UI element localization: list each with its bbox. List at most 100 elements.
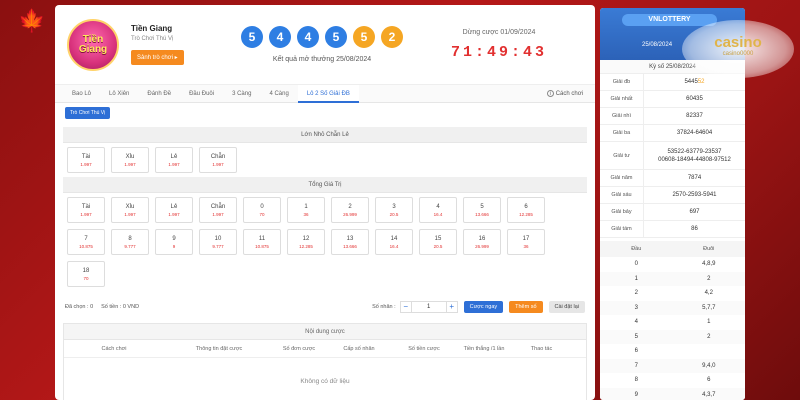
result-ball: 5 — [241, 26, 263, 48]
prize-label: Giải ba — [600, 125, 644, 141]
chip-odds: 12.285 — [519, 211, 533, 217]
chips-total: Tài 1.997 Xỉu 1.997 Lẻ 1.997 Chẵn 1.997 0 70 1 36 2 2… — [63, 193, 587, 291]
bet-chip[interactable]: 11 10.875 — [243, 229, 281, 255]
prize-label: Giải sáu — [600, 187, 644, 203]
bet-chip[interactable]: Chẵn 1.997 — [199, 147, 237, 173]
prize-number: 5445 — [684, 79, 698, 85]
bet-chip[interactable]: 18 70 — [67, 261, 105, 287]
howto-label: Cách chơi — [555, 90, 583, 97]
bet-chip[interactable]: Chẵn 1.997 — [199, 197, 237, 223]
tab-2[interactable]: Đánh Đề — [138, 85, 180, 103]
bet-chip[interactable]: Lẻ 1.997 — [155, 147, 193, 173]
head-tail-cell: 1 — [707, 319, 711, 326]
casino-watermark: casino casino0000 — [682, 20, 794, 78]
bet-chip[interactable]: 17 36 — [507, 229, 545, 255]
chip-label: 5 — [480, 203, 484, 210]
bet-controls: Đã chọn : 0 Số tiền : 0 VND Số nhân : − … — [55, 295, 595, 319]
result-ball: 4 — [297, 26, 319, 48]
chip-odds: 1.997 — [124, 211, 136, 217]
bet-chip[interactable]: 13 13.666 — [331, 229, 369, 255]
head-tail-cell: 8 — [634, 377, 638, 384]
bet-chip[interactable]: 3 20.5 — [375, 197, 413, 223]
info-icon: i — [546, 90, 554, 97]
watermark-site: casino0000 — [722, 51, 754, 57]
lobby-button[interactable]: Sảnh trò chơi ▸ — [131, 50, 184, 65]
bet-chip[interactable]: 12 12.285 — [287, 229, 325, 255]
chip-odds: 70 — [83, 275, 89, 281]
bet-chip[interactable]: 10 9.777 — [199, 229, 237, 255]
tab-6[interactable]: Lô 2 Số Giải ĐB — [297, 84, 359, 103]
chip-odds: 36 — [523, 243, 529, 249]
reset-button[interactable]: Cài đặt lại — [548, 301, 585, 313]
game-subtitle: Trò Chơi Thú Vị — [131, 36, 174, 42]
bet-chip[interactable]: Xỉu 1.997 — [111, 197, 149, 223]
chip-label: 10 — [214, 235, 222, 242]
bet-chip[interactable]: Tài 1.997 — [67, 147, 105, 173]
bet-chip[interactable]: 4 16.4 — [419, 197, 457, 223]
bet-chip[interactable]: 8 9.777 — [111, 229, 149, 255]
bet-chip[interactable]: Lẻ 1.997 — [155, 197, 193, 223]
tab-3[interactable]: Đầu Đuôi — [180, 85, 223, 103]
head-tail-row: 9 4,3,7 — [600, 387, 745, 400]
chip-label: Xỉu — [125, 153, 135, 160]
bet-chip[interactable]: 16 26.999 — [463, 229, 501, 255]
chip-odds: 1.997 — [212, 211, 224, 217]
plus-button[interactable]: + — [447, 302, 457, 312]
sub-game-button[interactable]: Trò Chơi Thú Vị — [65, 107, 111, 119]
chip-label: 13 — [346, 235, 354, 242]
bet-chip[interactable]: Xỉu 1.997 — [111, 147, 149, 173]
tab-1[interactable]: Lô Xiên — [100, 85, 138, 103]
bet-chip[interactable]: 6 12.285 — [507, 197, 545, 223]
head-tail-row: 2 4,2 — [600, 286, 745, 301]
tab-5[interactable]: 4 Càng — [260, 85, 297, 103]
brand-logo: VNLOTTERY — [622, 14, 717, 26]
chip-label: 16 — [478, 235, 486, 242]
bet-chip[interactable]: 15 20.5 — [419, 229, 457, 255]
bet-chip[interactable]: 0 70 — [243, 197, 281, 223]
bet-chip[interactable]: 7 10.875 — [67, 229, 105, 255]
bet-deadline: Dừng cược 01/09/2024 — [462, 28, 536, 36]
bet-chip[interactable]: 14 16.4 — [375, 229, 413, 255]
multiplier-input[interactable]: 1 — [410, 302, 447, 312]
prize-number: 60435 — [686, 96, 703, 102]
prize-label: Giải đb — [600, 74, 644, 90]
head-tail-cell: 3 — [634, 304, 638, 311]
prize-table: Giải đb 544552 Giải nhất 60435 Giải nhì 82337… — [600, 74, 745, 238]
chip-odds: 16.4 — [433, 211, 443, 217]
table-header: Cách chơi Thông tin đặt cược Số đơn cược Cấ… — [64, 340, 586, 358]
bet-now-button[interactable]: Cược ngay — [463, 301, 504, 313]
head-tail-cell: 4,2 — [704, 290, 713, 297]
head-tail-cell: 9,4,0 — [702, 362, 716, 369]
bet-chip[interactable]: 99 — [155, 229, 193, 255]
chip-label: 18 — [82, 267, 90, 274]
maple-leaf-icon: 🍁 — [18, 8, 46, 33]
bet-chip[interactable]: 5 13.666 — [463, 197, 501, 223]
howto-link[interactable]: i Cách chơi — [546, 90, 583, 97]
add-bet-button[interactable]: Thêm số — [509, 301, 543, 313]
head-tail-row: 52 — [600, 329, 745, 344]
bet-chip[interactable]: 2 26.999 — [331, 197, 369, 223]
head-tail-row: 3 5,7,7 — [600, 300, 745, 315]
multiplier-stepper: − 1 + — [399, 301, 458, 313]
game-logo: Tiền Giang — [67, 18, 119, 71]
tab-4[interactable]: 3 Càng — [223, 85, 260, 103]
prize-value: 82337 — [644, 112, 745, 120]
result-ball: 5 — [353, 26, 375, 48]
amount: Số tiền : 0 VND — [101, 304, 140, 310]
result-caption: Kết quả mở thưởng 25/08/2024 — [272, 56, 372, 63]
bet-chip[interactable]: Tài 1.997 — [67, 197, 105, 223]
prize-value: 2570-2593-5941 — [644, 191, 745, 199]
countdown-panel: Dừng cược 01/09/2024 71:49:43 — [451, 29, 547, 61]
prize-row: Giải tám 86 — [600, 221, 745, 238]
prize-row: Giải ba 37824-64604 — [600, 125, 745, 142]
bet-chip[interactable]: 1 36 — [287, 197, 325, 223]
prize-value: 7874 — [644, 174, 745, 182]
tab-0[interactable]: Bao Lô — [63, 85, 100, 103]
prize-row: Giải nhất 60435 — [600, 91, 745, 108]
countdown-timer: 71:49:43 — [451, 43, 548, 61]
minus-button[interactable]: − — [401, 302, 411, 312]
prize-row: Giải năm 7874 — [600, 170, 745, 187]
section-title-total: Tổng Giá Trị — [63, 177, 587, 193]
chip-odds: 13.666 — [475, 211, 489, 217]
result-ball: 5 — [325, 26, 347, 48]
